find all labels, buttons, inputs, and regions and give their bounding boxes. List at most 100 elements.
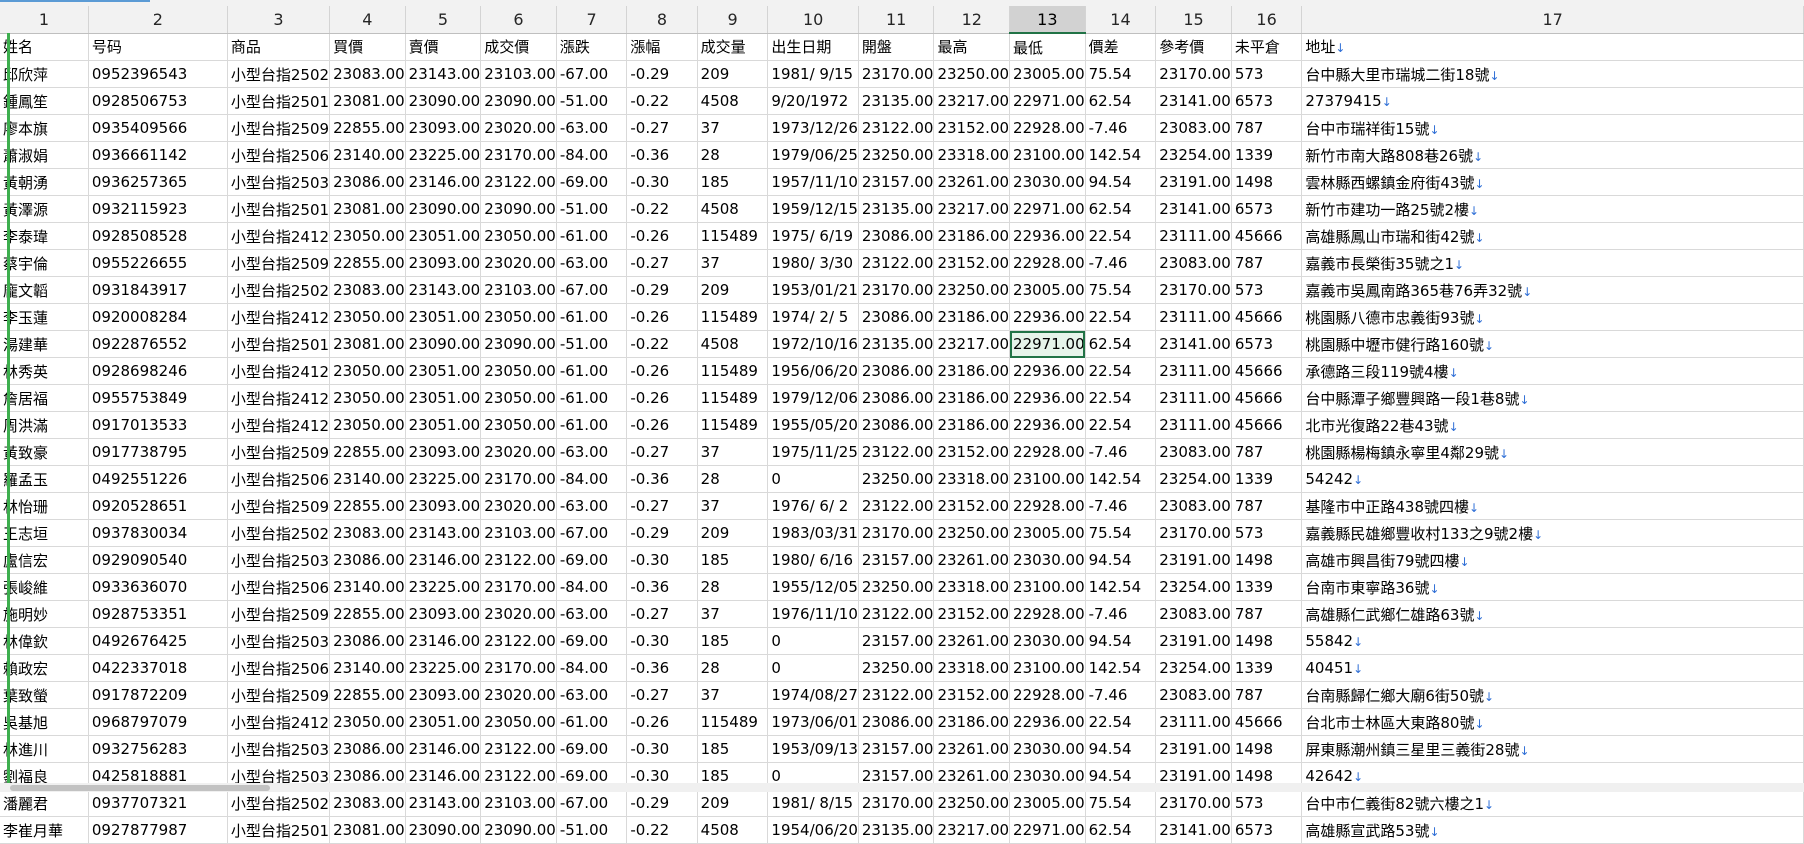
table-cell[interactable]: 54242↓ (1301, 465, 1804, 493)
table-cell[interactable]: -7.46 (1085, 114, 1157, 142)
table-cell[interactable]: 小型台指2412 (227, 357, 331, 385)
label-cell[interactable]: 出生日期 (767, 33, 859, 61)
table-cell[interactable]: 23051.00 (405, 303, 482, 331)
table-cell[interactable]: 小型台指2506 (227, 141, 331, 169)
table-cell[interactable]: -0.27 (626, 114, 698, 142)
table-cell[interactable]: 嘉義縣民雄鄉豐收村133之9號2樓↓ (1301, 519, 1804, 547)
table-cell[interactable]: 23050.00 (329, 708, 406, 736)
column-header[interactable]: 10 (767, 6, 859, 34)
table-cell[interactable]: 23140.00 (329, 654, 406, 682)
table-cell[interactable]: 潘麗君 (0, 789, 89, 817)
table-cell[interactable]: 小型台指2506 (227, 654, 331, 682)
table-cell[interactable]: 22.54 (1085, 384, 1157, 412)
table-cell[interactable]: 嘉義市長榮街35號之1↓ (1301, 249, 1804, 277)
label-cell[interactable]: 價差 (1085, 33, 1157, 61)
table-cell[interactable]: 23191.00 (1155, 627, 1232, 655)
table-cell[interactable]: 23157.00 (858, 627, 935, 655)
table-cell[interactable]: 王志垣 (0, 519, 89, 547)
table-cell[interactable]: 23135.00 (858, 87, 935, 115)
table-cell[interactable]: 23217.00 (933, 87, 1011, 115)
table-cell[interactable]: 23250.00 (933, 276, 1011, 304)
table-cell[interactable]: 22928.00 (1009, 492, 1086, 520)
table-cell[interactable]: 桃園縣八德市忠義街93號↓ (1301, 303, 1804, 331)
table-cell[interactable]: 湯建華 (0, 330, 89, 358)
table-cell[interactable]: 邱欣萍 (0, 60, 89, 88)
column-header[interactable]: 2 (88, 6, 228, 34)
table-cell[interactable]: 0968797079 (88, 708, 228, 736)
table-cell[interactable]: -69.00 (556, 735, 628, 763)
label-cell[interactable]: 最低 (1009, 33, 1086, 61)
table-cell[interactable]: 23020.00 (480, 114, 557, 142)
table-cell[interactable]: 75.54 (1085, 789, 1157, 817)
table-cell[interactable]: 23005.00 (1009, 60, 1086, 88)
table-cell[interactable]: 0917738795 (88, 438, 228, 466)
table-cell[interactable]: 115489 (697, 708, 769, 736)
table-cell[interactable]: 23103.00 (480, 276, 557, 304)
table-cell[interactable]: 0917872209 (88, 681, 228, 709)
table-cell[interactable]: 23191.00 (1155, 546, 1232, 574)
table-cell[interactable]: 23225.00 (405, 465, 482, 493)
table-cell[interactable]: -63.00 (556, 492, 628, 520)
table-cell[interactable]: 23141.00 (1155, 87, 1232, 115)
table-cell[interactable]: 施明妙 (0, 600, 89, 628)
table-cell[interactable]: 1955/05/20 (767, 411, 859, 439)
table-cell[interactable]: 小型台指2502 (227, 789, 331, 817)
table-cell[interactable]: 23217.00 (933, 330, 1011, 358)
table-cell[interactable]: 0928506753 (88, 87, 228, 115)
table-cell[interactable]: 787 (1231, 492, 1303, 520)
table-cell[interactable]: 1339 (1231, 654, 1303, 682)
table-cell[interactable]: 周洪滿 (0, 411, 89, 439)
table-cell[interactable]: 37 (697, 600, 769, 628)
table-cell[interactable]: 23111.00 (1155, 222, 1232, 250)
table-cell[interactable]: 23170.00 (1155, 789, 1232, 817)
table-cell[interactable]: 23051.00 (405, 357, 482, 385)
table-cell[interactable]: 23083.00 (329, 276, 406, 304)
table-cell[interactable]: 23020.00 (480, 249, 557, 277)
table-cell[interactable]: -0.26 (626, 384, 698, 412)
table-cell[interactable]: 台北市士林區大東路80號↓ (1301, 708, 1804, 736)
table-cell[interactable]: 李崔月華 (0, 816, 89, 844)
table-cell[interactable]: -63.00 (556, 438, 628, 466)
table-cell[interactable]: 1972/10/16 (767, 330, 859, 358)
table-cell[interactable]: -61.00 (556, 357, 628, 385)
table-cell[interactable]: 23122.00 (858, 438, 935, 466)
table-cell[interactable]: 75.54 (1085, 60, 1157, 88)
table-cell[interactable]: 23083.00 (329, 519, 406, 547)
table-cell[interactable]: 23090.00 (480, 816, 557, 844)
table-cell[interactable]: 0927877987 (88, 816, 228, 844)
table-cell[interactable]: 1959/12/15 (767, 195, 859, 223)
table-cell[interactable]: 573 (1231, 276, 1303, 304)
table-cell[interactable]: 台中市仁義街82號六樓之1↓ (1301, 789, 1804, 817)
table-cell[interactable]: 羅孟玉 (0, 465, 89, 493)
table-cell[interactable]: 23081.00 (329, 195, 406, 223)
table-cell[interactable]: 62.54 (1085, 816, 1157, 844)
table-cell[interactable]: 37 (697, 492, 769, 520)
table-cell[interactable]: 桃園縣中壢市健行路160號↓ (1301, 330, 1804, 358)
table-cell[interactable]: 1975/ 6/19 (767, 222, 859, 250)
table-cell[interactable]: 23261.00 (933, 546, 1011, 574)
table-cell[interactable]: 1975/11/25 (767, 438, 859, 466)
table-cell[interactable]: 23141.00 (1155, 195, 1232, 223)
table-cell[interactable]: 1339 (1231, 465, 1303, 493)
label-cell[interactable]: 成交價 (480, 33, 557, 61)
table-cell[interactable]: 1980/ 6/16 (767, 546, 859, 574)
table-cell[interactable]: 142.54 (1085, 654, 1157, 682)
table-cell[interactable]: 23146.00 (405, 735, 482, 763)
table-cell[interactable]: 1498 (1231, 627, 1303, 655)
table-cell[interactable]: 23083.00 (1155, 681, 1232, 709)
table-cell[interactable]: 23250.00 (858, 654, 935, 682)
table-cell[interactable]: 小型台指2506 (227, 465, 331, 493)
table-cell[interactable]: -0.22 (626, 816, 698, 844)
table-cell[interactable]: 37 (697, 681, 769, 709)
column-header[interactable]: 7 (556, 6, 628, 34)
table-cell[interactable]: 0492551226 (88, 465, 228, 493)
table-cell[interactable]: 0929090540 (88, 546, 228, 574)
label-cell[interactable]: 漲幅 (626, 33, 698, 61)
table-cell[interactable]: -51.00 (556, 330, 628, 358)
table-cell[interactable]: 22936.00 (1009, 411, 1086, 439)
table-cell[interactable]: 45666 (1231, 357, 1303, 385)
table-cell[interactable]: 23186.00 (933, 357, 1011, 385)
table-cell[interactable]: 23250.00 (858, 141, 935, 169)
table-cell[interactable]: 1973/12/26 (767, 114, 859, 142)
table-cell[interactable]: 23143.00 (405, 789, 482, 817)
